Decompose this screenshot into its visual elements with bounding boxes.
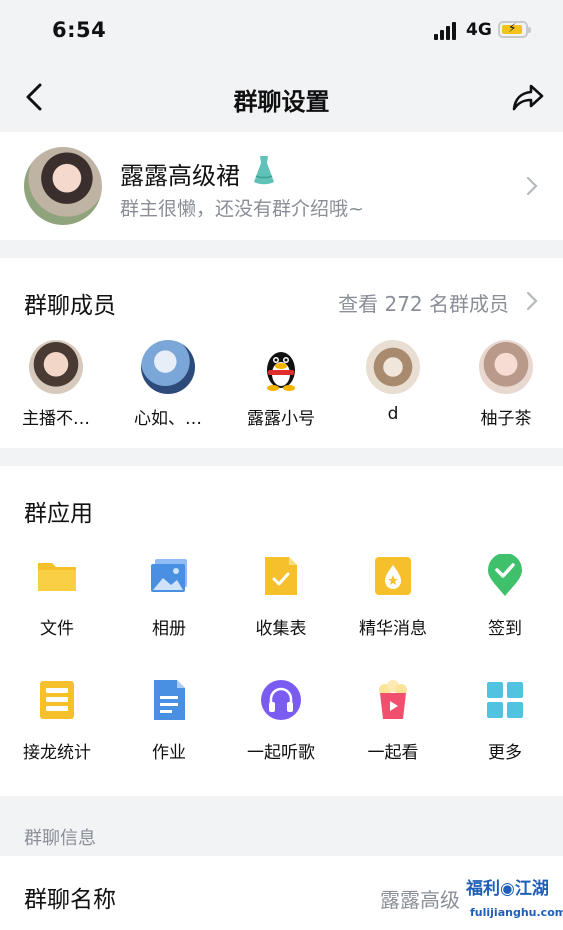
essence-icon <box>375 557 411 595</box>
app-form[interactable]: 收集表 <box>231 554 331 639</box>
members-section: 群聊成员 查看 272 名群成员 主播不… 心如、… 露露小号 d 柚子茶 <box>0 258 563 448</box>
form-icon <box>265 557 297 595</box>
member-item[interactable]: 心如、… <box>118 340 218 429</box>
app-listen[interactable]: 一起听歌 <box>231 678 331 763</box>
checkin-icon <box>488 553 522 596</box>
app-label: 一起看 <box>367 743 419 763</box>
group-info-label: 群聊信息 <box>24 828 96 849</box>
app-label: 更多 <box>488 743 522 763</box>
group-name-label: 群聊名称 <box>24 887 116 913</box>
app-label: 精华消息 <box>359 619 427 639</box>
group-avatar <box>24 147 102 225</box>
watermark-url: fulijianghu.com <box>470 906 563 919</box>
app-file[interactable]: 文件 <box>7 554 107 639</box>
folder-icon <box>38 563 76 591</box>
homework-icon <box>154 680 185 720</box>
group-intro: 群主很懒，还没有群介绍哦~ <box>120 198 364 220</box>
app-label: 文件 <box>40 619 74 639</box>
member-avatar <box>366 340 420 394</box>
member-name: 心如、… <box>134 409 202 429</box>
nav-bar: 群聊设置 <box>0 62 563 132</box>
member-item[interactable]: d <box>343 340 443 424</box>
battery-icon: ⚡ <box>498 21 531 38</box>
member-name: 露露小号 <box>247 409 315 429</box>
member-name: d <box>387 404 399 424</box>
member-name: 柚子茶 <box>480 409 532 429</box>
group-profile-row[interactable]: 露露高级裙 群主很懒，还没有群介绍哦~ <box>0 132 563 240</box>
album-icon <box>151 559 187 592</box>
member-item[interactable]: 主播不… <box>6 340 106 429</box>
group-name: 露露高级裙 <box>120 162 240 190</box>
group-name-value: 露露高级 <box>380 888 460 912</box>
grid-icon <box>487 682 523 718</box>
app-label: 一起听歌 <box>247 743 315 763</box>
group-apps-section: 群应用 文件 相册 收集表 精华消息 签到 接龙统计 作业 一起听歌 一起看 更… <box>0 466 563 796</box>
status-time: 6:54 <box>52 18 107 42</box>
view-all-members-link[interactable]: 查看 272 名群成员 <box>338 288 509 317</box>
network-type: 4G <box>466 20 492 40</box>
page-title: 群聊设置 <box>233 88 330 116</box>
member-item[interactable]: 露露小号 <box>231 340 331 429</box>
app-label: 签到 <box>488 619 522 639</box>
member-avatar <box>479 340 533 394</box>
qq-penguin-icon <box>267 352 295 391</box>
app-checkin[interactable]: 签到 <box>455 553 555 639</box>
headphones-icon <box>261 680 301 720</box>
member-item[interactable]: 柚子茶 <box>456 340 556 429</box>
app-album[interactable]: 相册 <box>119 554 219 639</box>
member-avatar <box>29 340 83 394</box>
app-more[interactable]: 更多 <box>455 678 555 763</box>
app-label: 接龙统计 <box>23 743 91 763</box>
status-bar: 6:54 4G ⚡ <box>0 0 563 62</box>
chevron-right-icon[interactable] <box>526 291 538 311</box>
app-label: 收集表 <box>255 619 307 639</box>
popcorn-icon <box>379 680 407 719</box>
app-label: 相册 <box>152 619 186 639</box>
watermark-logo: 福利◉江湖 <box>466 879 549 899</box>
share-icon[interactable] <box>511 82 545 112</box>
member-name: 主播不… <box>22 409 90 429</box>
app-chain[interactable]: 接龙统计 <box>7 678 107 763</box>
chevron-right-icon <box>526 176 538 196</box>
signal-icon <box>434 22 458 40</box>
app-label: 作业 <box>152 743 186 763</box>
chain-icon <box>40 681 74 719</box>
app-essence[interactable]: 精华消息 <box>343 554 443 639</box>
dress-emoji-icon <box>254 156 274 185</box>
app-watch[interactable]: 一起看 <box>343 678 443 763</box>
member-avatar <box>141 340 195 394</box>
apps-title: 群应用 <box>24 501 93 527</box>
app-homework[interactable]: 作业 <box>119 678 219 763</box>
members-title: 群聊成员 <box>24 293 116 319</box>
